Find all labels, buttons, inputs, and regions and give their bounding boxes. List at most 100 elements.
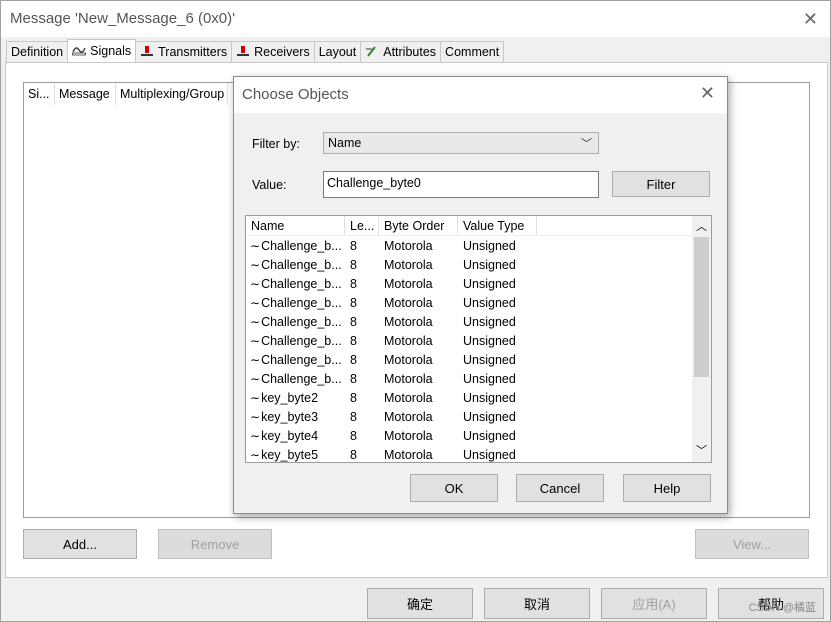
tab-signals[interactable]: Signals xyxy=(67,39,137,62)
signal-name-cell: ∼Challenge_b... xyxy=(246,258,345,272)
signal-wave-icon: ∼ xyxy=(250,314,261,329)
list-item[interactable]: ∼Challenge_b... 8 Motorola Unsigned xyxy=(246,236,711,255)
chevron-down-icon[interactable]: ﹀ xyxy=(692,442,711,458)
dialog-title: Choose Objects xyxy=(242,86,349,103)
signal-name-cell: ∼key_byte5 xyxy=(246,448,345,462)
dialog-title-bar: Choose Objects ✕ xyxy=(234,77,727,113)
column-header[interactable]: Si... xyxy=(24,83,55,105)
list-cell: 8 xyxy=(350,352,357,367)
cancel-button[interactable]: 取消 xyxy=(484,588,590,619)
list-header: Name Le... Byte Order Value Type xyxy=(246,216,711,236)
list-cell: Motorola xyxy=(384,371,433,386)
scrollbar[interactable]: ︿ ﹀ xyxy=(692,216,711,462)
list-cell: 8 xyxy=(350,276,357,291)
list-item[interactable]: ∼Challenge_b... 8 Motorola Unsigned xyxy=(246,255,711,274)
column-header[interactable]: Byte Order xyxy=(379,216,458,235)
signal-name: Challenge_b... xyxy=(261,295,342,310)
value-input[interactable]: Challenge_byte0 xyxy=(323,171,599,198)
tab-label: Attributes xyxy=(383,45,437,59)
title-bar: Message 'New_Message_6 (0x0)' ✕ xyxy=(1,1,830,37)
column-header[interactable]: Multiplexing/Group xyxy=(116,83,228,105)
scrollbar-thumb[interactable] xyxy=(694,237,709,377)
filter-by-select[interactable]: Name ﹀ xyxy=(323,132,599,154)
list-item[interactable]: ∼Challenge_b... 8 Motorola Unsigned xyxy=(246,369,711,388)
list-cell: 8 xyxy=(350,238,357,253)
list-item[interactable]: ∼Challenge_b... 8 Motorola Unsigned xyxy=(246,293,711,312)
list-item[interactable]: ∼key_byte3 8 Motorola Unsigned xyxy=(246,407,711,426)
remove-button[interactable]: Remove xyxy=(158,529,272,559)
tab-receivers[interactable]: Receivers xyxy=(231,41,315,62)
list-item[interactable]: ∼key_byte5 8 Motorola Unsigned xyxy=(246,445,711,462)
signal-name-cell: ∼key_byte2 xyxy=(246,391,345,405)
list-cell: Unsigned xyxy=(463,390,516,405)
tab-comment[interactable]: Comment xyxy=(440,41,505,62)
column-header[interactable]: Le... xyxy=(345,216,379,235)
tab-attributes[interactable]: Attributes xyxy=(360,41,442,62)
signal-name: Challenge_b... xyxy=(261,352,342,367)
signal-name: key_byte3 xyxy=(261,409,319,424)
signal-wave-icon: ∼ xyxy=(250,295,261,310)
list-item[interactable]: ∼Challenge_b... 8 Motorola Unsigned xyxy=(246,274,711,293)
confirm-button[interactable]: 确定 xyxy=(367,588,473,619)
list-item[interactable]: ∼Challenge_b... 8 Motorola Unsigned xyxy=(246,312,711,331)
cancel-button[interactable]: Cancel xyxy=(516,474,604,502)
list-cell: Motorola xyxy=(384,238,433,253)
signal-name: key_byte5 xyxy=(261,447,319,462)
receiver-icon xyxy=(236,45,250,60)
chevron-up-icon[interactable]: ︿ xyxy=(692,218,711,234)
transmitter-icon xyxy=(140,45,154,60)
message-window: Message 'New_Message_6 (0x0)' ✕ Definiti… xyxy=(0,0,831,622)
column-header[interactable]: Value Type xyxy=(458,216,537,235)
tab-label: Receivers xyxy=(254,45,310,59)
signal-name-cell: ∼key_byte4 xyxy=(246,429,345,443)
signal-name-cell: ∼Challenge_b... xyxy=(246,334,345,348)
view-button[interactable]: View... xyxy=(695,529,809,559)
tab-label: Comment xyxy=(445,45,500,59)
signal-name: Challenge_b... xyxy=(261,314,342,329)
list-cell: 8 xyxy=(350,257,357,272)
list-cell: Unsigned xyxy=(463,238,516,253)
list-cell: 8 xyxy=(350,409,357,424)
list-item[interactable]: ∼key_byte2 8 Motorola Unsigned xyxy=(246,388,711,407)
signal-name: Challenge_b... xyxy=(261,276,342,291)
list-cell: Motorola xyxy=(384,428,433,443)
tab-bar: Definition Signals Transmitters Receiver… xyxy=(6,39,505,63)
signal-name: key_byte4 xyxy=(261,428,319,443)
add-button[interactable]: Add... xyxy=(23,529,137,559)
list-cell: Unsigned xyxy=(463,295,516,310)
object-list[interactable]: Name Le... Byte Order Value Type ∼Challe… xyxy=(245,215,712,463)
column-header[interactable]: Name xyxy=(246,216,345,235)
signal-wave-icon: ∼ xyxy=(250,257,261,272)
list-item[interactable]: ∼Challenge_b... 8 Motorola Unsigned xyxy=(246,350,711,369)
column-header[interactable]: Message xyxy=(55,83,116,105)
list-cell: Motorola xyxy=(384,295,433,310)
list-cell: Motorola xyxy=(384,276,433,291)
value-label: Value: xyxy=(252,178,287,192)
ok-button[interactable]: OK xyxy=(410,474,498,502)
list-cell: Unsigned xyxy=(463,276,516,291)
tab-transmitters[interactable]: Transmitters xyxy=(135,41,233,62)
list-item[interactable]: ∼Challenge_b... 8 Motorola Unsigned xyxy=(246,331,711,350)
signal-wave-icon: ∼ xyxy=(250,371,261,386)
list-cell: 8 xyxy=(350,333,357,348)
close-icon[interactable]: ✕ xyxy=(700,83,715,104)
signal-name-cell: ∼Challenge_b... xyxy=(246,239,345,253)
apply-button[interactable]: 应用(A) xyxy=(601,588,707,619)
list-cell: Motorola xyxy=(384,333,433,348)
signal-wave-icon: ∼ xyxy=(250,352,261,367)
tab-definition[interactable]: Definition xyxy=(6,41,69,62)
signal-name: key_byte2 xyxy=(261,390,319,405)
list-cell: Motorola xyxy=(384,409,433,424)
tab-layout[interactable]: Layout xyxy=(313,41,362,62)
signal-wave-icon: ∼ xyxy=(250,447,261,462)
list-cell: 8 xyxy=(350,295,357,310)
signal-name-cell: ∼Challenge_b... xyxy=(246,372,345,386)
list-cell: 8 xyxy=(350,428,357,443)
list-item[interactable]: ∼key_byte4 8 Motorola Unsigned xyxy=(246,426,711,445)
help-button[interactable]: Help xyxy=(623,474,711,502)
signal-name: Challenge_b... xyxy=(261,371,342,386)
filter-button[interactable]: Filter xyxy=(612,171,710,197)
filter-by-label: Filter by: xyxy=(252,137,300,151)
signal-icon xyxy=(72,44,87,59)
close-icon[interactable]: ✕ xyxy=(803,9,818,30)
